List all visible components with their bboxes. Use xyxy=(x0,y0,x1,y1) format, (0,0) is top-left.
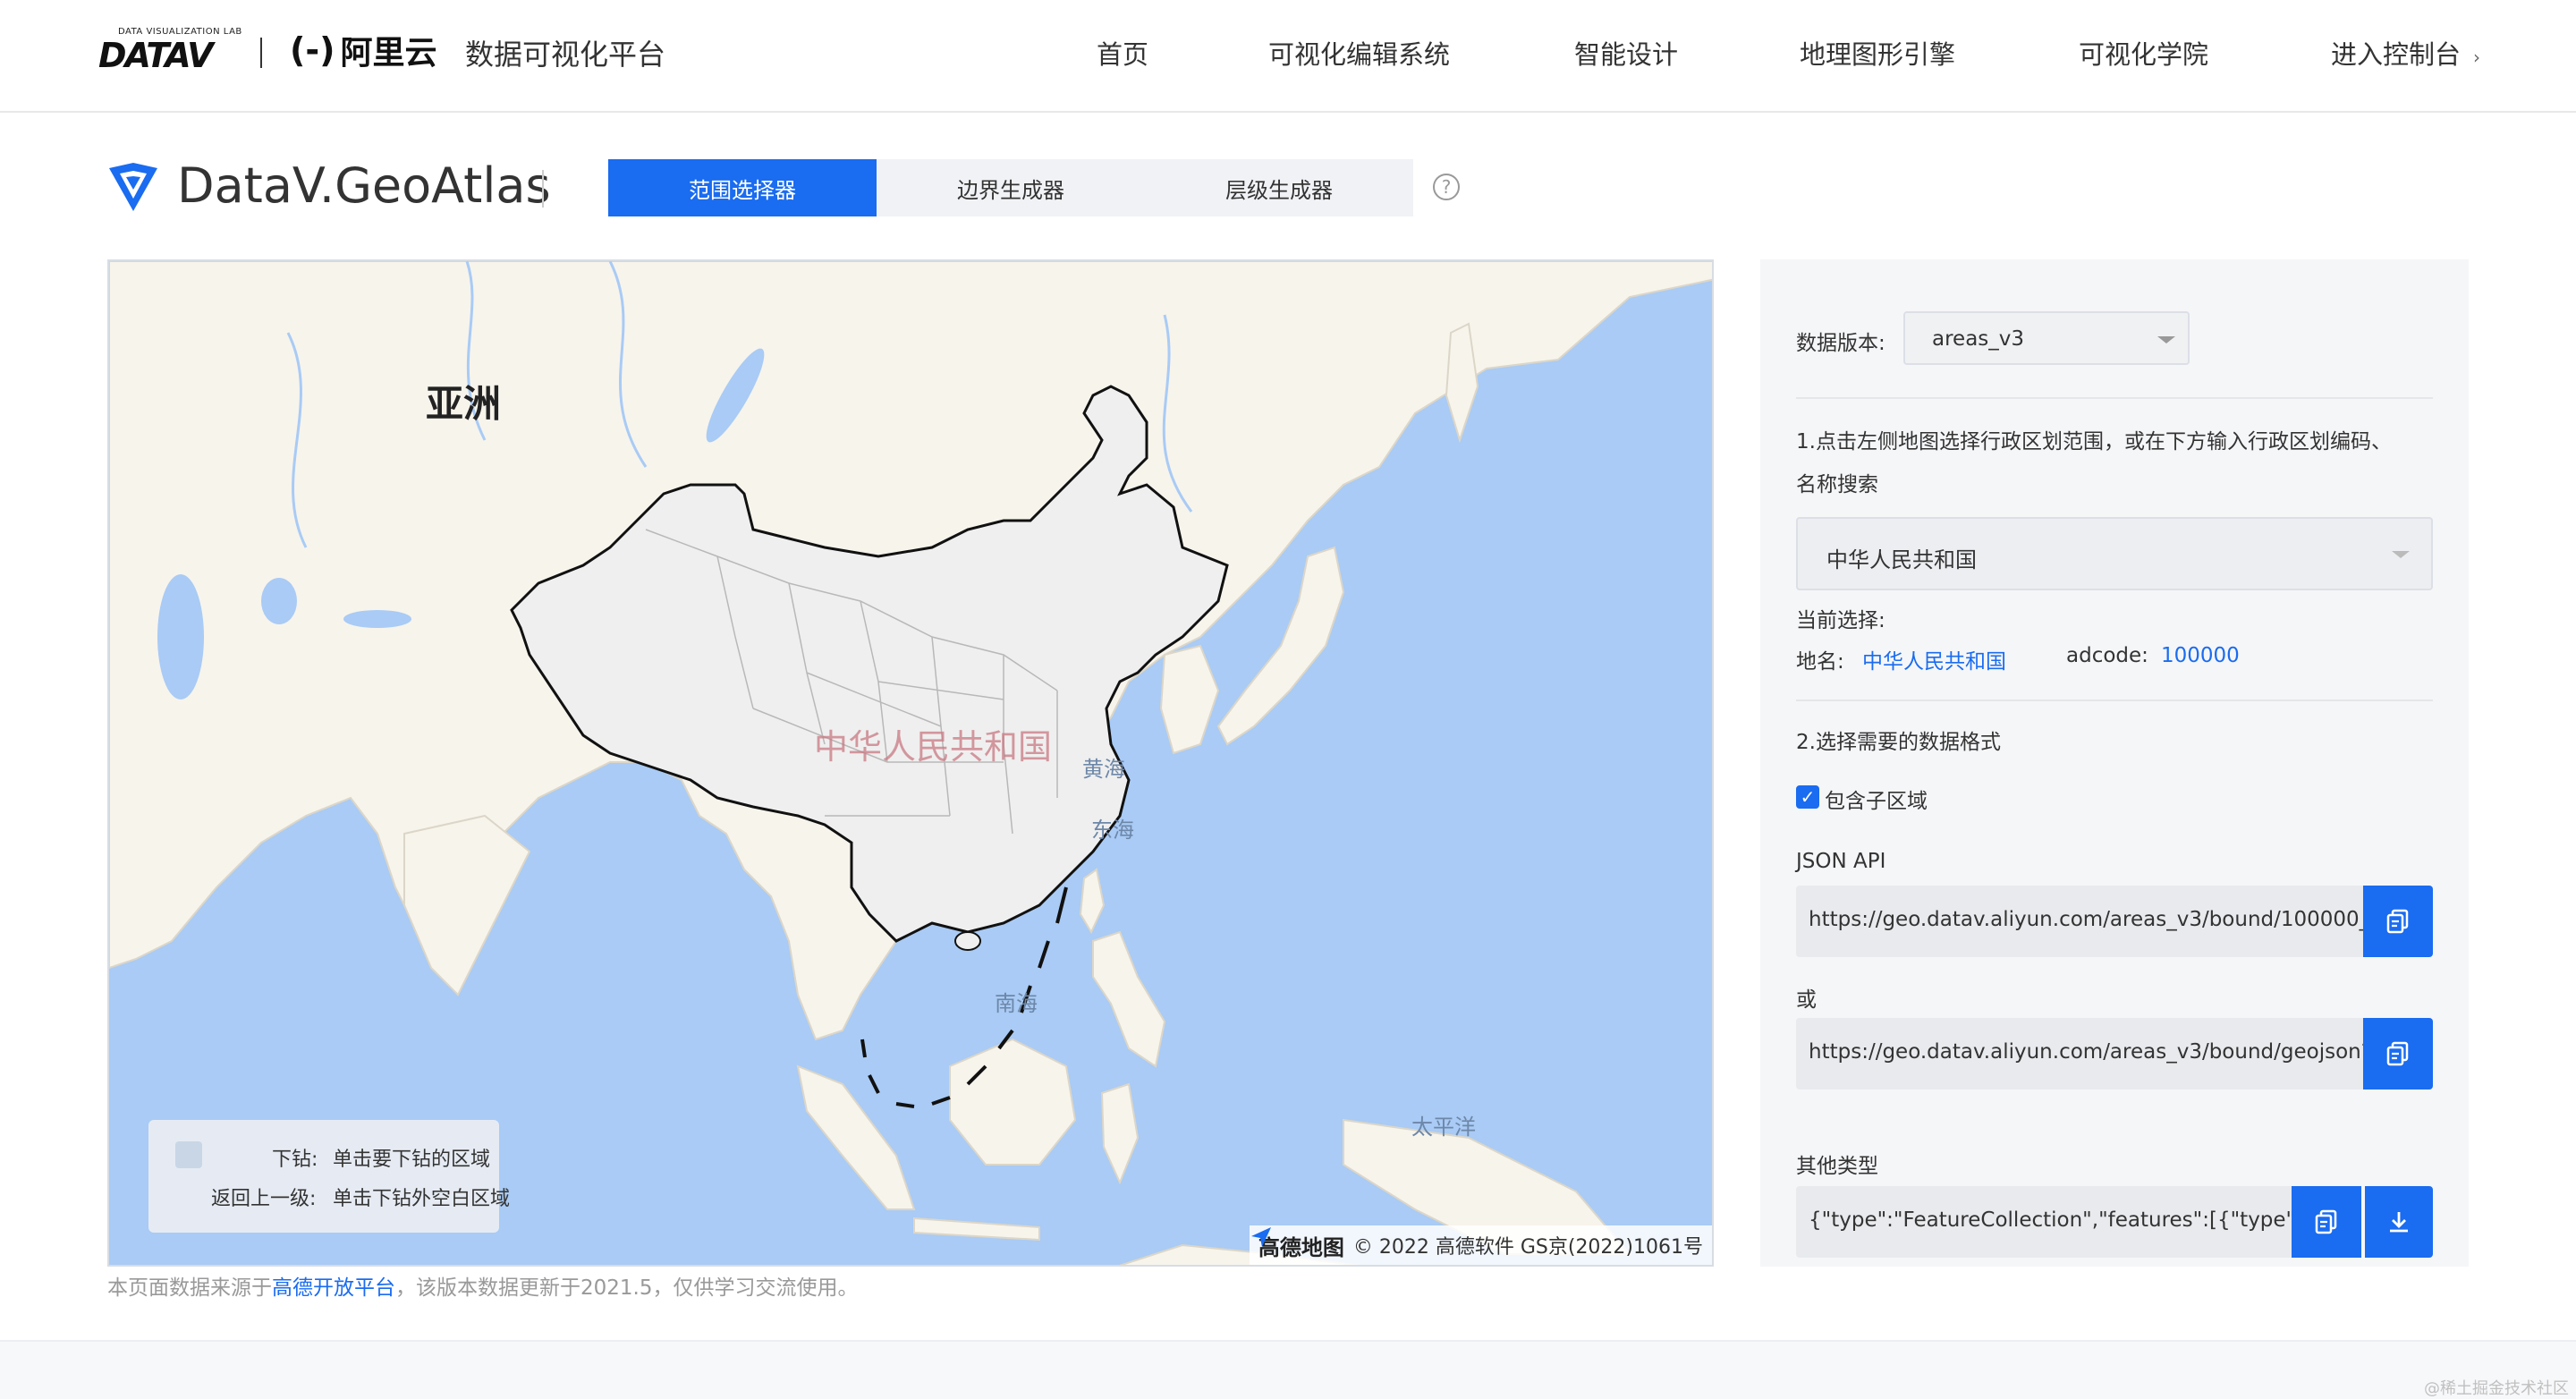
api-url-1: https://geo.datav.aliyun.com/areas_v3/bo… xyxy=(1809,908,2363,931)
api-url-2: https://geo.datav.aliyun.com/areas_v3/bo… xyxy=(1809,1040,2363,1064)
copy-icon xyxy=(2386,909,2409,934)
tab-range-selector[interactable]: 范围选择器 xyxy=(608,159,877,216)
nav-home[interactable]: 首页 xyxy=(1097,34,1148,72)
india-landmass xyxy=(403,814,531,996)
source-note-prefix: 本页面数据来源于 xyxy=(107,1276,272,1300)
include-children-checkbox[interactable]: ✓ xyxy=(1796,785,1819,809)
tab-boundary-generator[interactable]: 边界生成器 xyxy=(877,159,1145,216)
chevron-down-icon xyxy=(2157,336,2175,343)
or-label: 或 xyxy=(1796,988,1817,1012)
nav-console[interactable]: 进入控制台 › xyxy=(2331,34,2480,72)
name-value: 中华人民共和国 xyxy=(1862,650,2006,674)
chevron-down-icon xyxy=(2392,551,2410,558)
map-label-south-sea: 南海 xyxy=(995,991,1038,1016)
copy-button-3[interactable] xyxy=(2292,1186,2361,1258)
amap-arrow-icon xyxy=(1250,1227,1271,1247)
source-note-suffix: ，该版本数据更新于2021.5，仅供学习交流使用。 xyxy=(395,1276,859,1300)
copy-icon xyxy=(2315,1209,2337,1234)
platform-title: 数据可视化平台 xyxy=(465,38,666,72)
map-attribution: 高德地图 © 2022 高德软件 GS京(2022)1061号 xyxy=(1249,1225,1712,1265)
step1-instruction: 1.点击左侧地图选择行政区划范围，或在下方输入行政区划编码、 xyxy=(1796,430,2392,454)
other-type-value: {"type":"FeatureCollection","features":[… xyxy=(1809,1208,2292,1232)
java-island xyxy=(913,1217,1040,1242)
sulawesi-island xyxy=(1100,1082,1140,1185)
map-label-east-sea: 东海 xyxy=(1091,818,1134,843)
sumatra-island xyxy=(796,1064,916,1210)
top-navbar: DATA VISUALIZATION LAB DATAV (-) 阿里云 数据可… xyxy=(0,0,2576,113)
name-label: 地名: xyxy=(1796,650,1844,674)
page-footer xyxy=(0,1340,2576,1399)
nav-editor-system[interactable]: 可视化编辑系统 xyxy=(1268,34,1450,72)
amap-copyright: © 2022 高德软件 GS京(2022)1061号 xyxy=(1352,1236,1703,1259)
legend-back-value: 单击下钻外空白区域 xyxy=(333,1188,511,1210)
adcode-label: adcode: xyxy=(2066,644,2148,667)
region-search-select[interactable]: 中华人民共和国 xyxy=(1796,517,2433,590)
map-label-yellow-sea: 黄海 xyxy=(1082,757,1125,782)
settings-panel: 数据版本: areas_v3 1.点击左侧地图选择行政区划范围，或在下方输入行政… xyxy=(1760,259,2469,1267)
datav-logo[interactable]: DATA VISUALIZATION LAB DATAV xyxy=(98,27,242,75)
nav-smart-design[interactable]: 智能设计 xyxy=(1574,34,1678,72)
help-icon[interactable]: ? xyxy=(1433,174,1460,200)
philippines-islands xyxy=(1092,930,1166,1068)
current-selection-label: 当前选择: xyxy=(1796,609,1885,632)
region-select-value: 中华人民共和国 xyxy=(1826,547,1977,572)
map-label-pacific: 太平洋 xyxy=(1411,1115,1476,1140)
copy-button-1[interactable] xyxy=(2363,886,2433,957)
taiwan-island xyxy=(1079,868,1106,935)
adcode-value: 100000 xyxy=(2161,644,2240,667)
version-select[interactable]: areas_v3 xyxy=(1903,311,2190,365)
version-value: areas_v3 xyxy=(1932,327,2025,351)
divider xyxy=(1796,700,2433,701)
tool-tabs: 范围选择器 边界生成器 层级生成器 xyxy=(608,159,1413,216)
amap-open-platform-link[interactable]: 高德开放平台 xyxy=(272,1276,395,1300)
copy-icon xyxy=(2386,1041,2409,1066)
download-icon xyxy=(2390,1212,2408,1233)
copy-button-2[interactable] xyxy=(2363,1018,2433,1090)
version-label: 数据版本: xyxy=(1796,332,1885,355)
balkhash-lake xyxy=(343,610,411,628)
legend-swatch xyxy=(175,1141,202,1168)
aliyun-logo[interactable]: (-) 阿里云 xyxy=(290,30,437,72)
download-button[interactable] xyxy=(2363,1186,2433,1258)
korea-landmass xyxy=(1159,644,1220,755)
hainan-island xyxy=(954,931,981,951)
map-label-china: 中华人民共和国 xyxy=(814,727,1053,767)
json-api-label: JSON API xyxy=(1796,850,1886,873)
step1-instruction-cont: 名称搜索 xyxy=(1796,473,1878,496)
aliyun-bracket-icon: (-) xyxy=(290,30,335,70)
nav-geo-engine[interactable]: 地理图形引擎 xyxy=(1800,34,1955,72)
include-children-label[interactable]: 包含子区域 xyxy=(1825,784,1928,814)
caspian-lake xyxy=(157,574,204,700)
divider xyxy=(1796,397,2433,399)
logo-word: DATAV xyxy=(98,36,214,75)
aral-lake xyxy=(261,578,297,624)
logo-divider xyxy=(260,38,262,68)
data-source-note: 本页面数据来源于高德开放平台，该版本数据更新于2021.5，仅供学习交流使用。 xyxy=(107,1270,858,1301)
map-label-asia: 亚洲 xyxy=(426,382,502,426)
map-legend: 下钻: 单击要下钻的区域 返回上一级: 单击下钻外空白区域 xyxy=(148,1120,510,1233)
other-type-field[interactable]: {"type":"FeatureCollection","features":[… xyxy=(1796,1186,2292,1258)
nav-academy[interactable]: 可视化学院 xyxy=(2079,34,2208,72)
chevron-right-icon: › xyxy=(2473,47,2481,68)
step2-instruction: 2.选择需要的数据格式 xyxy=(1796,731,2001,754)
tab-level-generator[interactable]: 层级生成器 xyxy=(1145,159,1413,216)
api-url-field-1[interactable]: https://geo.datav.aliyun.com/areas_v3/bo… xyxy=(1796,886,2363,957)
geoatlas-logo-icon xyxy=(109,163,157,211)
app-title: DataV.GeoAtlas xyxy=(177,157,551,214)
watermark: @稀土掘金技术社区 xyxy=(2424,1379,2569,1398)
other-types-label: 其他类型 xyxy=(1796,1155,1878,1178)
legend-drill-value: 单击要下钻的区域 xyxy=(333,1149,491,1171)
aliyun-logo-text: 阿里云 xyxy=(340,35,437,72)
borneo-island xyxy=(949,1038,1077,1166)
title-divider xyxy=(542,170,544,208)
api-url-field-2[interactable]: https://geo.datav.aliyun.com/areas_v3/bo… xyxy=(1796,1018,2363,1090)
nav-console-label: 进入控制台 xyxy=(2331,39,2462,70)
legend-back-key: 返回上一级: xyxy=(211,1188,317,1210)
map-canvas[interactable]: 亚洲 中华人民共和国 黄海 东海 南海 太平洋 下钻: 单击要下钻的区域 返回上… xyxy=(107,259,1714,1267)
legend-drill-key: 下钻: xyxy=(272,1149,318,1171)
